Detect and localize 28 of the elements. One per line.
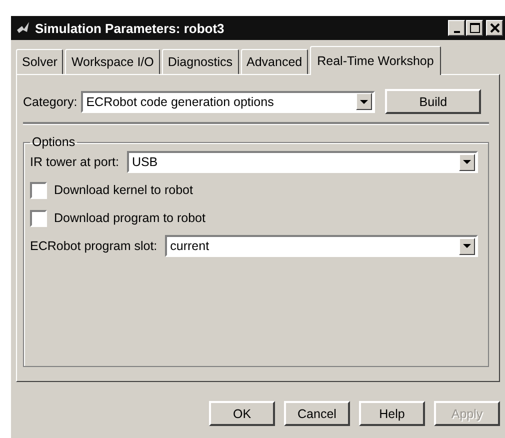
checkbox[interactable] — [30, 210, 47, 226]
program-slot-label: ECRobot program slot: — [30, 239, 158, 253]
build-button[interactable]: Build — [385, 89, 482, 114]
maximize-button[interactable] — [466, 20, 483, 36]
checkbox[interactable] — [30, 182, 47, 198]
close-button[interactable] — [486, 20, 503, 36]
app-icon — [15, 20, 31, 36]
ir-tower-label: IR tower at port: — [30, 155, 119, 169]
checkbox-label: Download kernel to robot — [54, 183, 193, 197]
group-title: Options — [31, 135, 76, 149]
tab[interactable]: Advanced — [240, 49, 308, 74]
tab[interactable]: Solver — [16, 49, 64, 74]
dialog-button[interactable]: Cancel — [284, 401, 350, 426]
tab[interactable]: Workspace I/O — [65, 49, 160, 74]
program-slot-dropdown[interactable]: current — [165, 235, 478, 257]
minimize-icon — [454, 30, 460, 32]
tab[interactable]: Diagnostics — [162, 49, 238, 74]
maximize-icon — [470, 23, 480, 33]
window-title: Simulation Parameters: robot3 — [35, 20, 226, 36]
dialog-button[interactable]: OK — [209, 401, 275, 426]
ir-tower-dropdown[interactable]: USB — [126, 151, 478, 173]
close-icon — [490, 23, 500, 33]
dialog-button[interactable]: Help — [359, 401, 425, 426]
minimize-button[interactable] — [448, 20, 465, 36]
category-dropdown[interactable]: ECRobot code generation options — [81, 90, 376, 112]
checkbox-label: Download program to robot — [54, 211, 206, 225]
category-label: Category: — [23, 94, 78, 108]
tab[interactable]: Real-Time Workshop — [310, 46, 441, 75]
